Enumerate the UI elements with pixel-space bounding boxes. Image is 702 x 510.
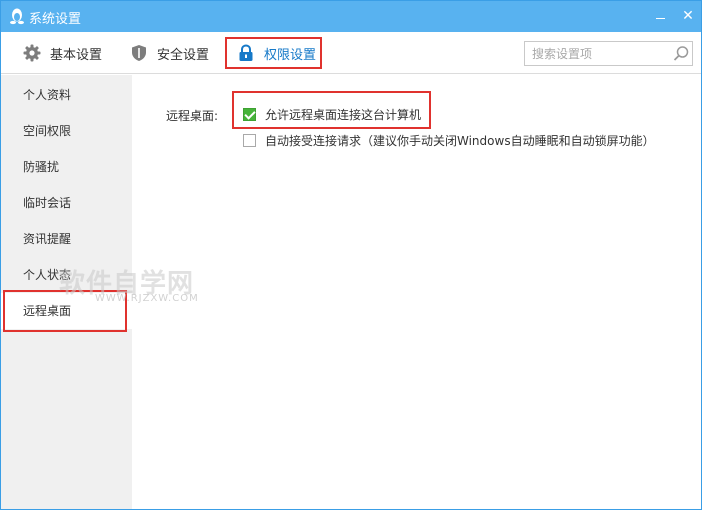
search-icon[interactable] — [673, 45, 690, 62]
settings-window: 系统设置 ✕ 基本设置 安全设置 权限设置 搜索设置项 个人资料 空间权限 防骚… — [0, 0, 702, 510]
annotation-highlight-permission-tab — [225, 37, 322, 69]
window-title: 系统设置 — [29, 12, 82, 27]
minimize-icon[interactable] — [651, 7, 669, 25]
watermark: 软件自学网 WWW.RJZXW.COM — [59, 263, 199, 313]
tab-security-settings[interactable]: 安全设置 — [130, 32, 209, 74]
tab-basic-settings[interactable]: 基本设置 — [23, 32, 102, 74]
sidebar-item-profile[interactable]: 个人资料 — [1, 77, 132, 113]
main-panel: 远程桌面: 允许远程桌面连接这台计算机 自动接受连接请求（建议你手动关闭Wind… — [132, 75, 701, 509]
search-input[interactable] — [525, 42, 665, 65]
option-auto-accept[interactable]: 自动接受连接请求（建议你手动关闭Windows自动睡眠和自动锁屏功能） — [243, 132, 655, 149]
section-label: 远程桌面: — [166, 109, 219, 123]
watermark-url: WWW.RJZXW.COM — [95, 293, 199, 304]
sidebar-item-anti-harassment[interactable]: 防骚扰 — [1, 149, 132, 185]
sidebar-item-temp-chat[interactable]: 临时会话 — [1, 185, 132, 221]
title-bar[interactable]: 系统设置 ✕ — [1, 1, 701, 32]
sidebar-item-news-alert[interactable]: 资讯提醒 — [1, 221, 132, 257]
shield-icon — [132, 45, 146, 61]
close-icon[interactable]: ✕ — [679, 7, 697, 25]
toolbar: 基本设置 安全设置 权限设置 — [1, 32, 701, 74]
option-label: 自动接受连接请求（建议你手动关闭Windows自动睡眠和自动锁屏功能） — [265, 134, 655, 148]
auto-accept-checkbox[interactable] — [243, 134, 256, 147]
annotation-highlight-allow-remote — [232, 91, 431, 129]
penguin-icon — [10, 8, 24, 25]
tab-label: 基本设置 — [50, 47, 103, 63]
search-box[interactable] — [524, 41, 693, 66]
sidebar-item-space-permission[interactable]: 空间权限 — [1, 113, 132, 149]
tab-label: 安全设置 — [157, 47, 210, 63]
gear-icon — [23, 44, 41, 62]
